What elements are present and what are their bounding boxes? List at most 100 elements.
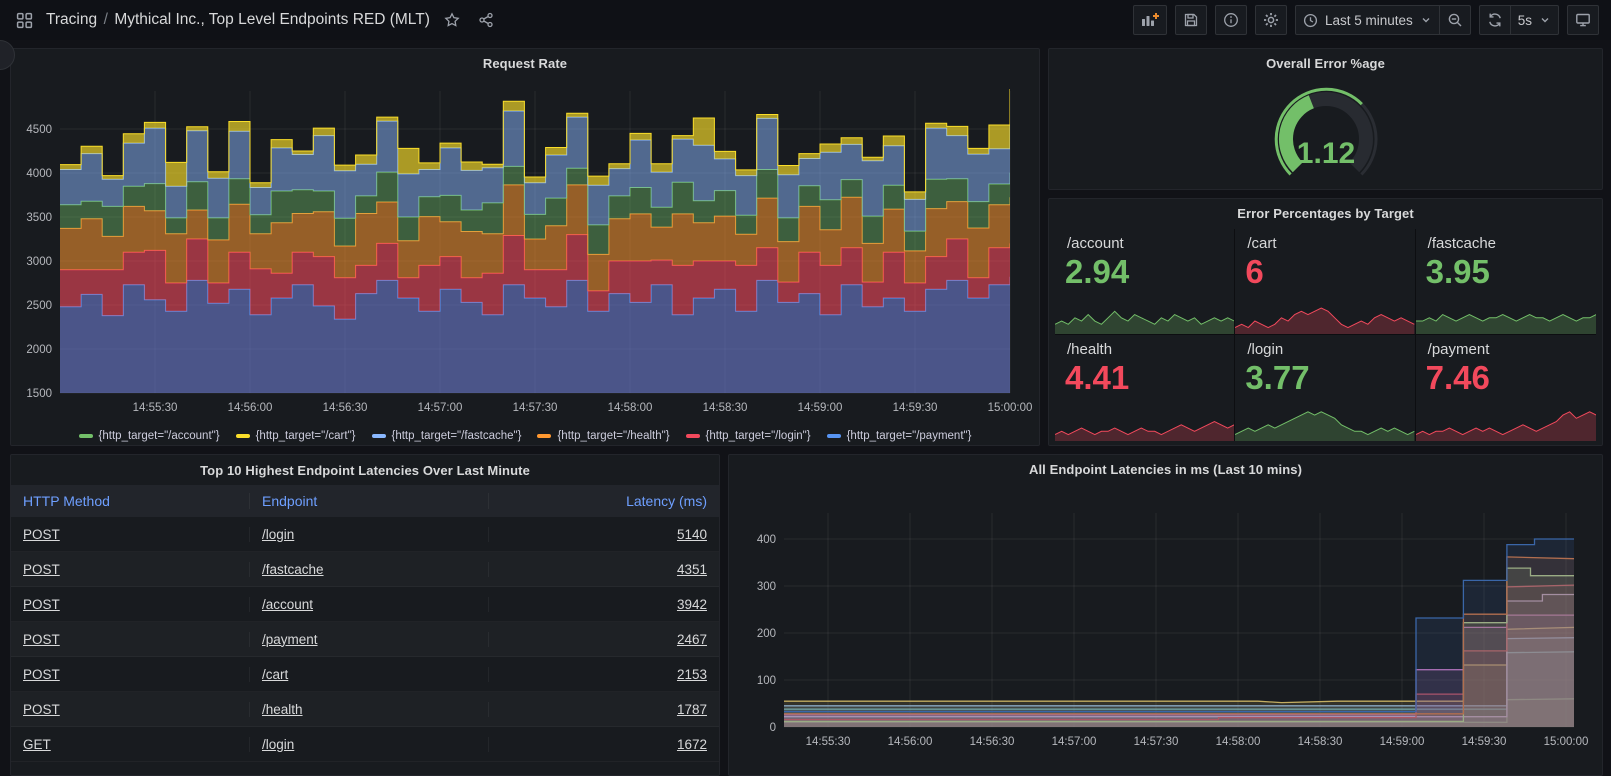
stat-name: /fastcache bbox=[1428, 235, 1496, 252]
svg-text:4000: 4000 bbox=[26, 168, 52, 180]
table-body: POST/login 5140 POST/fastcache 4351 POST/acc… bbox=[11, 517, 719, 762]
legend-label: {http_target="/health"} bbox=[557, 430, 669, 442]
cell-http-method-link[interactable]: POST bbox=[23, 632, 60, 647]
legend-item[interactable]: {http_target="/account"} bbox=[79, 430, 220, 442]
kiosk-mode-button[interactable] bbox=[1567, 5, 1599, 35]
cell-latency-link[interactable]: 1787 bbox=[677, 702, 707, 717]
panel-title-error-percentages[interactable]: Error Percentages by Target bbox=[1049, 199, 1602, 227]
dashboards-grid-icon[interactable] bbox=[12, 8, 36, 32]
stat-cell-payment[interactable]: /payment7.46 bbox=[1416, 335, 1596, 441]
svg-text:14:57:00: 14:57:00 bbox=[418, 402, 463, 414]
cell-endpoint-link[interactable]: /fastcache bbox=[262, 562, 324, 577]
error-stats-grid: /account2.94/cart6/fastcache3.95/health4… bbox=[1055, 229, 1596, 441]
cell-http-method-link[interactable]: POST bbox=[23, 527, 60, 542]
legend-item[interactable]: {http_target="/payment"} bbox=[827, 430, 972, 442]
svg-text:14:58:30: 14:58:30 bbox=[703, 402, 748, 414]
stat-value: 3.77 bbox=[1245, 359, 1309, 397]
breadcrumb-folder[interactable]: Tracing bbox=[46, 11, 97, 28]
svg-text:0: 0 bbox=[770, 722, 776, 734]
legend-label: {http_target="/payment"} bbox=[847, 430, 972, 442]
share-dashboard-button[interactable] bbox=[474, 8, 498, 32]
stat-value: 3.95 bbox=[1426, 253, 1490, 291]
stat-sparkline bbox=[1416, 405, 1596, 441]
svg-text:14:57:30: 14:57:30 bbox=[1134, 736, 1179, 748]
cell-http-method-link[interactable]: POST bbox=[23, 702, 60, 717]
page-title: Mythical Inc., Top Level Endpoints RED (… bbox=[114, 11, 430, 28]
save-dashboard-button[interactable] bbox=[1175, 5, 1207, 35]
error-gauge: 1.12 bbox=[1241, 77, 1411, 189]
legend-swatch bbox=[537, 434, 551, 438]
refresh-dashboard-button[interactable] bbox=[1479, 5, 1511, 35]
cell-latency-link[interactable]: 5140 bbox=[677, 527, 707, 542]
refresh-interval-dropdown[interactable]: 5s bbox=[1510, 5, 1559, 35]
cell-endpoint-link[interactable]: /cart bbox=[262, 667, 288, 682]
request-rate-legend: {http_target="/account"} {http_target="/c… bbox=[11, 424, 1039, 446]
panel-title-latency-table[interactable]: Top 10 Highest Endpoint Latencies Over L… bbox=[11, 455, 719, 485]
stat-cell-health[interactable]: /health4.41 bbox=[1055, 335, 1235, 441]
cell-http-method-link[interactable]: POST bbox=[23, 597, 60, 612]
cell-endpoint-link[interactable]: /account bbox=[262, 597, 313, 612]
cell-latency-link[interactable]: 4351 bbox=[677, 562, 707, 577]
all-latencies-chart[interactable]: 010020030040014:55:3014:56:0014:56:3014:… bbox=[732, 483, 1599, 771]
star-dashboard-button[interactable] bbox=[440, 8, 464, 32]
cell-latency-link[interactable]: 2467 bbox=[677, 632, 707, 647]
legend-item[interactable]: {http_target="/fastcache"} bbox=[372, 430, 522, 442]
stat-cell-fastcache[interactable]: /fastcache3.95 bbox=[1416, 229, 1596, 335]
svg-text:3000: 3000 bbox=[26, 256, 52, 268]
panel-request-rate: Request Rate 150020002500300035004000450… bbox=[10, 48, 1040, 446]
svg-text:14:57:30: 14:57:30 bbox=[513, 402, 558, 414]
cell-http-method-link[interactable]: POST bbox=[23, 562, 60, 577]
stat-value: 2.94 bbox=[1065, 253, 1129, 291]
cell-latency-link[interactable]: 2153 bbox=[677, 667, 707, 682]
stat-sparkline bbox=[1235, 405, 1414, 441]
panel-title-all-latencies[interactable]: All Endpoint Latencies in ms (Last 10 mi… bbox=[729, 455, 1602, 483]
svg-text:14:56:00: 14:56:00 bbox=[228, 402, 273, 414]
stat-value: 6 bbox=[1245, 253, 1263, 291]
dashboard-settings-button[interactable] bbox=[1255, 5, 1287, 35]
legend-swatch bbox=[372, 434, 386, 438]
panel-title-overall-error[interactable]: Overall Error %age bbox=[1049, 49, 1602, 77]
stat-cell-account[interactable]: /account2.94 bbox=[1055, 229, 1235, 335]
svg-text:14:58:00: 14:58:00 bbox=[608, 402, 653, 414]
time-range-picker[interactable]: Last 5 minutes bbox=[1295, 5, 1440, 35]
stat-cell-login[interactable]: /login3.77 bbox=[1235, 335, 1415, 441]
svg-text:14:55:30: 14:55:30 bbox=[133, 402, 178, 414]
svg-text:15:00:00: 15:00:00 bbox=[1544, 736, 1589, 748]
dashboard-insights-button[interactable] bbox=[1215, 5, 1247, 35]
request-rate-chart[interactable]: 150020002500300035004000450014:55:3014:5… bbox=[14, 77, 1036, 419]
cell-endpoint-link[interactable]: /health bbox=[262, 702, 303, 717]
cell-endpoint-link[interactable]: /login bbox=[262, 737, 294, 752]
chevron-down-icon bbox=[1420, 14, 1432, 26]
cell-latency-link[interactable]: 1672 bbox=[677, 737, 707, 752]
table-row: POST/login 5140 bbox=[11, 517, 719, 552]
svg-text:4500: 4500 bbox=[26, 124, 52, 136]
cell-http-method-link[interactable]: POST bbox=[23, 667, 60, 682]
legend-swatch bbox=[827, 434, 841, 438]
svg-text:300: 300 bbox=[757, 581, 776, 593]
svg-text:14:57:00: 14:57:00 bbox=[1052, 736, 1097, 748]
legend-label: {http_target="/login"} bbox=[706, 430, 811, 442]
legend-item[interactable]: {http_target="/cart"} bbox=[236, 430, 356, 442]
zoom-out-time-button[interactable] bbox=[1439, 5, 1471, 35]
stat-cell-cart[interactable]: /cart6 bbox=[1235, 229, 1415, 335]
refresh-icon bbox=[1487, 12, 1503, 28]
svg-text:14:56:00: 14:56:00 bbox=[888, 736, 933, 748]
svg-text:200: 200 bbox=[757, 628, 776, 640]
cell-endpoint-link[interactable]: /login bbox=[262, 527, 294, 542]
zoom-out-icon bbox=[1447, 12, 1463, 28]
svg-text:14:55:30: 14:55:30 bbox=[806, 736, 851, 748]
column-header-http-method[interactable]: HTTP Method bbox=[11, 493, 250, 509]
stat-name: /cart bbox=[1247, 235, 1276, 252]
panel-title-request-rate[interactable]: Request Rate bbox=[11, 49, 1039, 77]
column-header-latency[interactable]: Latency (ms) bbox=[489, 493, 719, 509]
stat-name: /payment bbox=[1428, 341, 1490, 358]
cell-latency-link[interactable]: 3942 bbox=[677, 597, 707, 612]
svg-text:1500: 1500 bbox=[26, 388, 52, 400]
legend-label: {http_target="/cart"} bbox=[256, 430, 356, 442]
add-panel-button[interactable] bbox=[1133, 5, 1167, 35]
cell-endpoint-link[interactable]: /payment bbox=[262, 632, 318, 647]
column-header-endpoint[interactable]: Endpoint bbox=[250, 493, 489, 509]
legend-item[interactable]: {http_target="/health"} bbox=[537, 430, 669, 442]
legend-item[interactable]: {http_target="/login"} bbox=[686, 430, 811, 442]
cell-http-method-link[interactable]: GET bbox=[23, 737, 51, 752]
